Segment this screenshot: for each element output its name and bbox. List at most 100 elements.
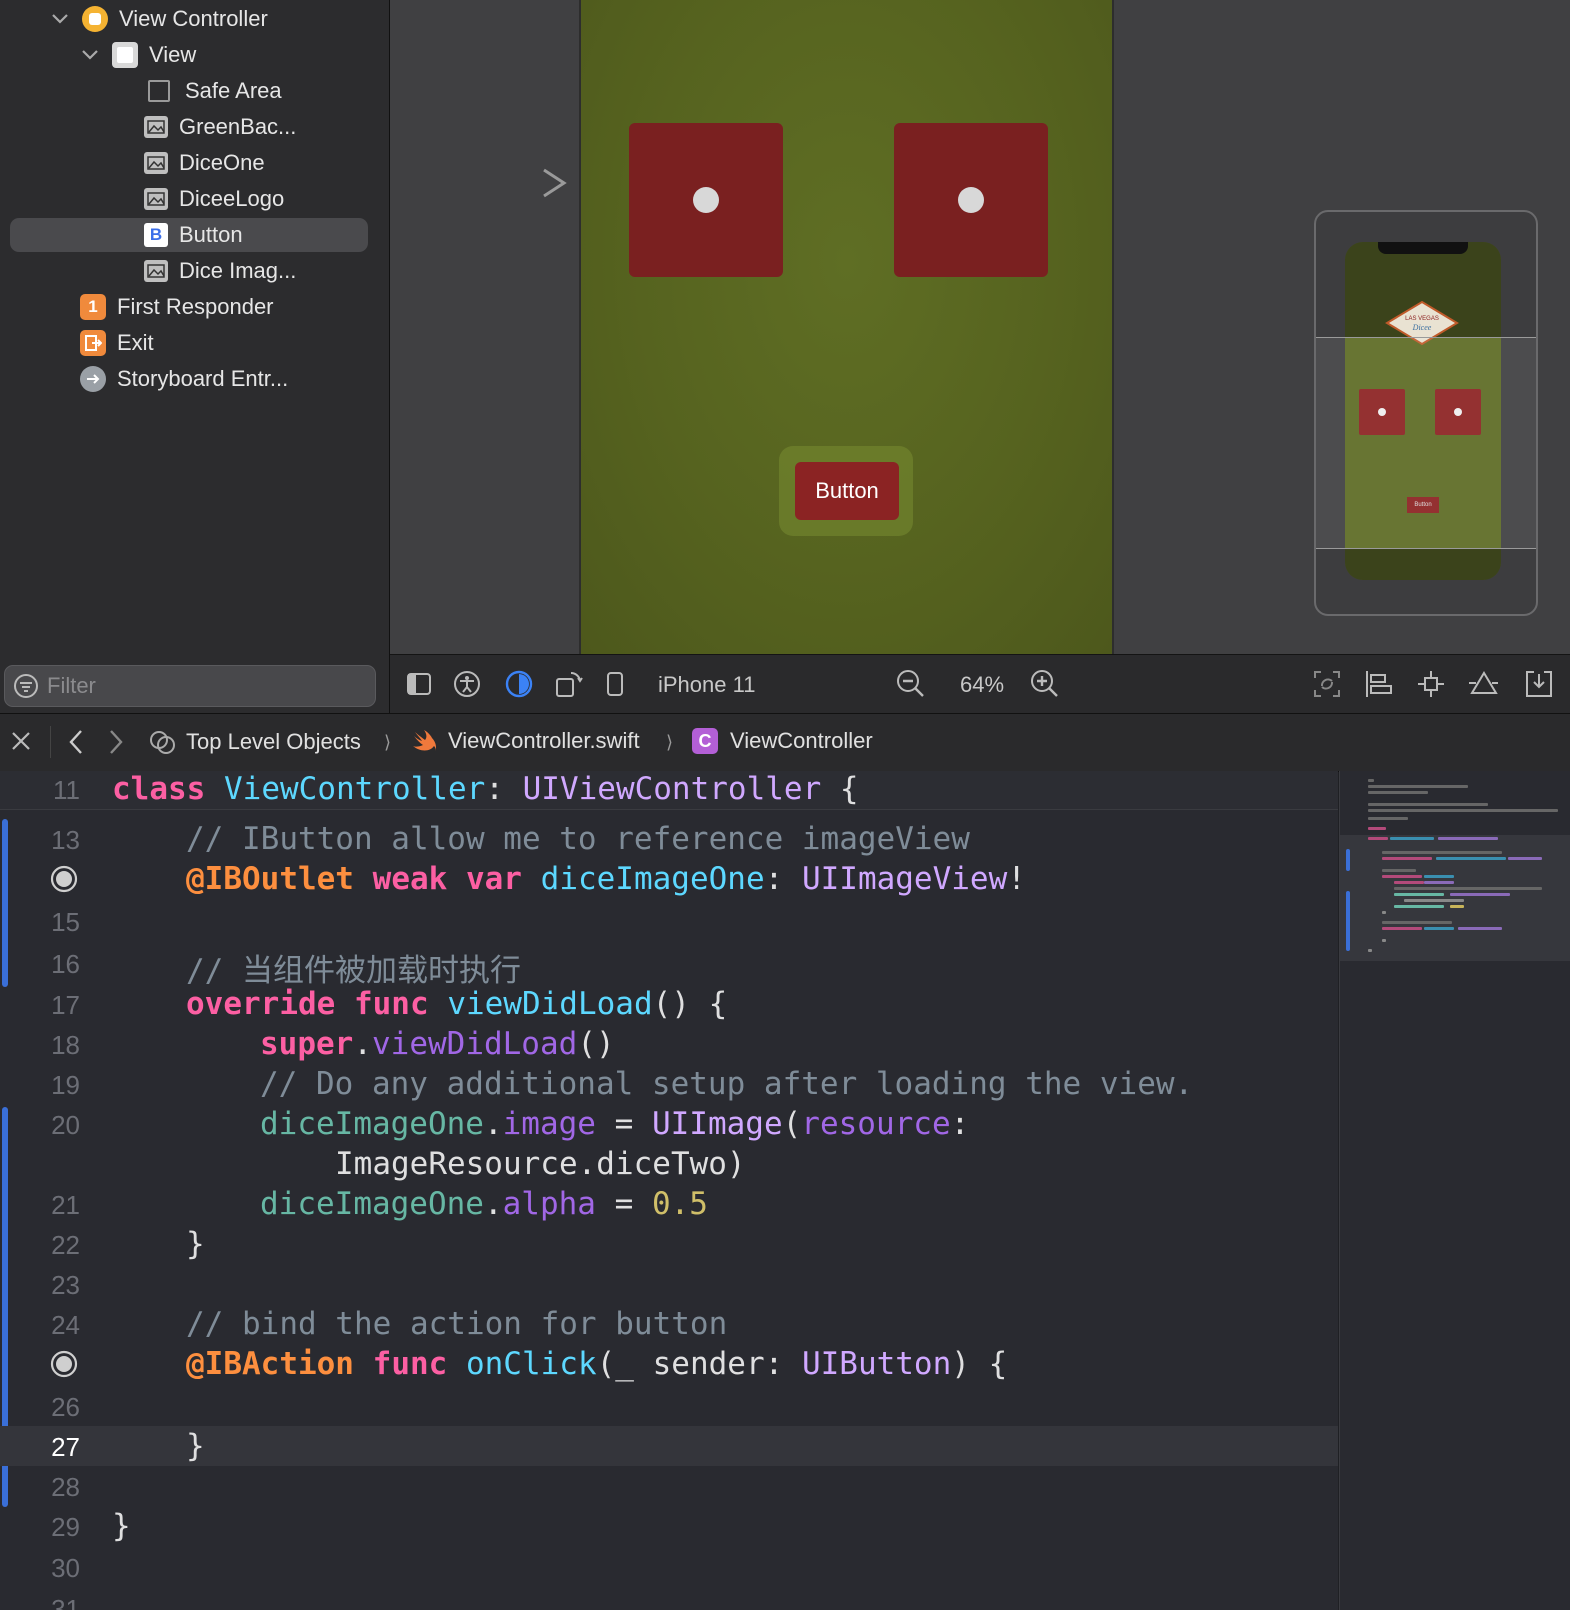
code-line[interactable]: 11 class ViewController: UIViewControlle… [0, 771, 1338, 809]
update-frames-icon[interactable] [1312, 669, 1342, 699]
line-number: 29 [51, 1512, 80, 1542]
forward-icon[interactable] [106, 728, 126, 756]
accessibility-icon[interactable] [452, 669, 482, 699]
breadcrumb-symbol[interactable]: C ViewController [692, 728, 873, 754]
device-icon[interactable] [600, 669, 630, 699]
die-pip [958, 187, 984, 213]
logo-script: Dicee [1412, 323, 1432, 332]
line-number: 30 [51, 1553, 80, 1583]
line-number: 13 [51, 825, 80, 855]
add-constraints-icon[interactable] [1416, 669, 1446, 699]
close-icon[interactable] [10, 730, 32, 752]
view-controller-icon [82, 6, 108, 32]
code-line[interactable]: 16 // 当组件被加载时执行 [0, 943, 1338, 989]
outline-item-label: DiceOne [179, 150, 265, 175]
line-number: 20 [51, 1110, 80, 1140]
code-line[interactable]: 20 diceImageOne.image = UIImage(resource… [0, 1104, 1338, 1144]
filter-input[interactable] [45, 672, 349, 700]
minimap-change-marker [1346, 849, 1350, 871]
toggle-outline-icon[interactable] [404, 669, 434, 699]
outline-item-safe-area[interactable]: Safe Area [144, 74, 282, 108]
image-view-icon [144, 116, 168, 138]
chevron-down-icon[interactable] [80, 45, 100, 65]
breadcrumb-file[interactable]: ViewController.swift [410, 728, 640, 754]
code-line[interactable]: 30 [0, 1547, 1338, 1587]
outline-item-label: Storyboard Entr... [117, 366, 289, 391]
image-view-icon [144, 188, 168, 210]
outline-item-diceone[interactable]: DiceOne [144, 146, 265, 180]
back-icon[interactable] [66, 728, 86, 756]
code-line[interactable]: 21 diceImageOne.alpha = 0.5 [0, 1184, 1338, 1224]
breadcrumb-separator: ⟩ [384, 732, 392, 752]
button-icon: B [144, 223, 168, 247]
minimap-notch [1378, 242, 1468, 254]
code-line[interactable]: 23 [0, 1264, 1338, 1304]
outline-item-first-responder[interactable]: 1 First Responder [80, 290, 274, 324]
scene-button[interactable]: Button [795, 462, 899, 520]
outline-item-view-controller[interactable]: View Controller [50, 2, 268, 36]
outline-item-dice-image[interactable]: Dice Imag... [144, 254, 296, 288]
outline-item-label: View [149, 42, 197, 67]
outline-item-label: Dice Imag... [179, 258, 297, 283]
appearance-icon[interactable] [504, 669, 534, 699]
editor-jump-bar: Top Level Objects ⟩ ViewController.swift… [0, 713, 1570, 772]
code-line[interactable]: 26 [0, 1386, 1338, 1426]
breadcrumb-label: Top Level Objects [186, 729, 361, 754]
code-line[interactable]: 22 } [0, 1224, 1338, 1264]
code-line[interactable]: 28 [0, 1466, 1338, 1506]
storyboard-entry-icon [80, 366, 106, 392]
code-line-current[interactable]: 27 } [0, 1426, 1338, 1466]
code-text: } [186, 1226, 205, 1262]
outline-item-diceelogo[interactable]: DiceeLogo [144, 182, 284, 216]
code-line[interactable]: 13 // IButton allow me to reference imag… [0, 819, 1338, 859]
outline-item-exit[interactable]: Exit [80, 326, 154, 360]
minimap-viewport[interactable] [1316, 337, 1536, 549]
code-line[interactable]: 19 // Do any additional setup after load… [0, 1064, 1338, 1104]
code-line-wrap[interactable]: ImageResource.diceTwo) [0, 1144, 1338, 1184]
view-controller-scene[interactable]: Button [579, 0, 1114, 654]
code-text: @IBOutlet weak var diceImageOne: UIImage… [186, 861, 1026, 897]
code-minimap[interactable] [1339, 771, 1570, 1610]
outline-item-view[interactable]: View [80, 38, 196, 72]
resolve-issues-icon[interactable] [1468, 669, 1498, 699]
embed-in-icon[interactable] [1524, 669, 1554, 699]
outline-item-storyboard-entry[interactable]: Storyboard Entr... [80, 362, 288, 396]
code-line[interactable]: 29 } [0, 1506, 1338, 1546]
source-editor[interactable]: 11 class ViewController: UIViewControlle… [0, 771, 1338, 1610]
code-line[interactable]: @IBOutlet weak var diceImageOne: UIImage… [0, 859, 1338, 899]
action-connection-icon[interactable] [50, 1350, 78, 1378]
view-icon [112, 42, 138, 68]
code-line[interactable]: 31 [0, 1588, 1338, 1610]
swift-file-icon [413, 730, 436, 752]
breadcrumb-separator: ⟩ [666, 732, 674, 752]
orientation-icon[interactable] [554, 669, 584, 699]
die-pip [693, 187, 719, 213]
outline-item-button[interactable]: B Button [10, 218, 368, 252]
outline-filter[interactable] [4, 665, 376, 707]
code-line[interactable]: 24 // bind the action for button [0, 1304, 1338, 1344]
outline-item-greenbackground[interactable]: GreenBac... [144, 110, 296, 144]
line-number: 19 [51, 1070, 80, 1100]
class-icon: C [692, 728, 718, 754]
chevron-down-icon[interactable] [50, 9, 70, 29]
canvas-minimap[interactable]: LAS VEGAS Dicee Button [1314, 210, 1538, 616]
zoom-in-icon[interactable] [1030, 669, 1060, 699]
align-icon[interactable] [1364, 669, 1394, 699]
interface-builder-canvas[interactable]: Button LAS VEGAS Dicee Button [390, 0, 1570, 654]
code-line[interactable]: 15 [0, 901, 1338, 941]
outlet-connection-icon[interactable] [50, 865, 78, 893]
zoom-out-icon[interactable] [896, 669, 926, 699]
dice-two-image[interactable] [894, 123, 1048, 277]
first-responder-icon: 1 [80, 294, 106, 320]
breadcrumb-top-level-objects[interactable]: Top Level Objects [148, 728, 361, 756]
code-line[interactable]: 17 override func viewDidLoad() { [0, 984, 1338, 1024]
minimap-dim-bottom [1345, 548, 1501, 580]
outline-item-label: Exit [117, 330, 154, 355]
canvas-toolbar: iPhone 11 64% [390, 654, 1570, 714]
code-comment: // bind the action for button [186, 1306, 728, 1342]
dice-one-image[interactable] [629, 123, 783, 277]
code-line[interactable]: 18 super.viewDidLoad() [0, 1024, 1338, 1064]
device-selector[interactable]: iPhone 11 [658, 672, 755, 698]
code-line[interactable]: @IBAction func onClick(_ sender: UIButto… [0, 1344, 1338, 1384]
zoom-level[interactable]: 64% [960, 672, 1004, 698]
